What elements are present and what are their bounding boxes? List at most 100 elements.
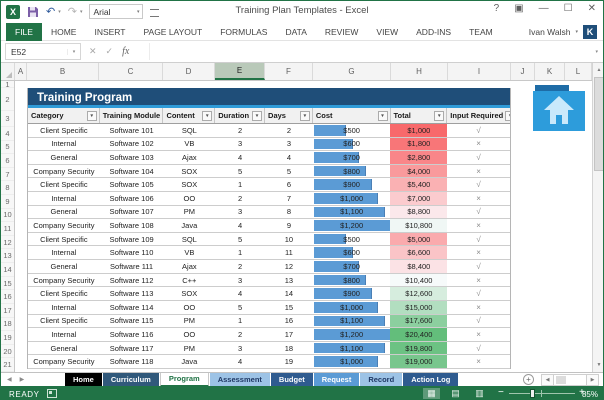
cell-days[interactable]: 17 — [265, 328, 313, 341]
cell-input-required[interactable]: × — [447, 219, 510, 232]
row-header-3[interactable]: 3 — [1, 111, 14, 127]
cell-days[interactable]: 13 — [265, 274, 313, 287]
cell-cost[interactable]: $1,200 — [313, 328, 391, 341]
cell-content[interactable]: PM — [163, 315, 215, 328]
cell-category[interactable]: Client Specific — [28, 287, 100, 300]
table-row[interactable]: Company SecuritySoftware 112C++313$800$1… — [28, 274, 510, 288]
cell-days[interactable]: 18 — [265, 342, 313, 355]
save-icon[interactable] — [27, 6, 39, 18]
filter-dropdown-icon[interactable]: ▾ — [87, 111, 97, 121]
cell-module[interactable]: Software 111 — [100, 260, 164, 273]
row-header-16[interactable]: 16 — [1, 290, 14, 304]
column-header-e[interactable]: E — [215, 63, 265, 80]
cell-duration[interactable]: 1 — [215, 246, 265, 259]
cell-category[interactable]: Client Specific — [28, 124, 100, 137]
table-row[interactable]: Client SpecificSoftware 101SQL22$500$1,0… — [28, 124, 510, 138]
cell-category[interactable]: Company Security — [28, 355, 100, 368]
account-name[interactable]: Ivan Walsh — [529, 27, 571, 37]
table-row[interactable]: GeneralSoftware 117PM318$1,100$19,800√ — [28, 342, 510, 356]
table-row[interactable]: InternalSoftware 114OO515$1,000$15,000× — [28, 301, 510, 315]
cell-total[interactable]: $2,800 — [390, 151, 447, 164]
table-row[interactable]: GeneralSoftware 103Ajax44$700$2,800√ — [28, 151, 510, 165]
cell-input-required[interactable]: × — [447, 192, 510, 205]
cell-input-required[interactable]: × — [447, 274, 510, 287]
cell-content[interactable]: Java — [163, 219, 215, 232]
ribbon-tab-insert[interactable]: INSERT — [85, 23, 134, 41]
maximize-icon[interactable]: ☐ — [564, 3, 573, 14]
table-header-duration[interactable]: Duration▾ — [215, 108, 265, 123]
cell-content[interactable]: SQL — [163, 233, 215, 246]
cell-duration[interactable]: 4 — [215, 151, 265, 164]
cell-content[interactable]: SOX — [163, 287, 215, 300]
cell-input-required[interactable]: × — [447, 355, 510, 368]
sheet-tab-request[interactable]: Request — [314, 373, 360, 387]
ribbon-tab-team[interactable]: TEAM — [460, 23, 502, 41]
cell-category[interactable]: Internal — [28, 246, 100, 259]
cell-category[interactable]: Client Specific — [28, 315, 100, 328]
formula-input[interactable] — [149, 43, 585, 60]
cell-duration[interactable]: 5 — [215, 233, 265, 246]
filter-dropdown-icon[interactable]: ▾ — [202, 111, 212, 121]
cell-cost[interactable]: $700 — [313, 151, 391, 164]
close-icon[interactable]: ✕ — [588, 3, 596, 14]
cell-total[interactable]: $8,400 — [390, 260, 447, 273]
cell-total[interactable]: $1,800 — [390, 138, 447, 151]
cell-module[interactable]: Software 114 — [100, 301, 164, 314]
column-header-h[interactable]: H — [391, 63, 448, 80]
cell-module[interactable]: Software 108 — [100, 219, 164, 232]
cell-total[interactable]: $17,600 — [390, 315, 447, 328]
table-row[interactable]: InternalSoftware 106OO27$1,000$7,000× — [28, 192, 510, 206]
cell-cost[interactable]: $1,000 — [313, 192, 391, 205]
table-row[interactable]: Client SpecificSoftware 109SQL510$500$5,… — [28, 233, 510, 247]
ribbon-tab-home[interactable]: HOME — [42, 23, 86, 41]
cell-duration[interactable]: 1 — [215, 315, 265, 328]
row-header-11[interactable]: 11 — [1, 222, 14, 236]
sheet-tab-curriculum[interactable]: Curriculum — [103, 373, 159, 387]
cell-category[interactable]: Company Security — [28, 219, 100, 232]
name-box[interactable]: E52 ▾ — [5, 43, 81, 60]
cell-total[interactable]: $4,000 — [390, 165, 447, 178]
redo-icon[interactable]: ↷ — [68, 5, 77, 19]
row-header-2[interactable]: 2 — [1, 88, 14, 111]
ribbon-tab-data[interactable]: DATA — [276, 23, 315, 41]
font-name-box[interactable]: Arial ▾ — [89, 4, 143, 19]
help-icon[interactable]: ? — [494, 3, 500, 14]
table-header-cost[interactable]: Cost▾ — [313, 108, 391, 123]
table-header-days[interactable]: Days▾ — [265, 108, 313, 123]
cell-cost[interactable]: $500 — [313, 233, 391, 246]
ribbon-tab-page-layout[interactable]: PAGE LAYOUT — [134, 23, 211, 41]
cell-duration[interactable]: 4 — [215, 219, 265, 232]
cell-module[interactable]: Software 116 — [100, 328, 164, 341]
cell-days[interactable]: 11 — [265, 246, 313, 259]
cell-cost[interactable]: $600 — [313, 138, 391, 151]
sheet-tab-budget[interactable]: Budget — [271, 373, 313, 387]
cell-cost[interactable]: $1,100 — [313, 315, 391, 328]
cell-module[interactable]: Software 103 — [100, 151, 164, 164]
cell-total[interactable]: $15,000 — [390, 301, 447, 314]
column-header-c[interactable]: C — [99, 63, 163, 80]
cell-content[interactable]: C++ — [163, 274, 215, 287]
cell-duration[interactable]: 1 — [215, 178, 265, 191]
sheet-tab-assessment[interactable]: Assessment — [210, 373, 270, 387]
table-row[interactable]: InternalSoftware 110VB111$600$6,600× — [28, 246, 510, 260]
cell-category[interactable]: General — [28, 260, 100, 273]
filter-dropdown-icon[interactable]: ▾ — [252, 111, 262, 121]
cell-module[interactable]: Software 113 — [100, 287, 164, 300]
cell-days[interactable]: 5 — [265, 165, 313, 178]
ribbon-display-options-icon[interactable]: ▣ — [514, 3, 523, 14]
zoom-out-icon[interactable]: − — [498, 387, 504, 398]
table-header-content[interactable]: Content▾ — [163, 108, 215, 123]
cell-duration[interactable]: 2 — [215, 192, 265, 205]
vertical-scrollbar[interactable]: ▲ ▼ — [592, 63, 604, 372]
cell-input-required[interactable]: √ — [447, 124, 510, 137]
zoom-level[interactable]: 85% — [582, 390, 598, 399]
cell-duration[interactable]: 3 — [215, 138, 265, 151]
row-header-18[interactable]: 18 — [1, 318, 14, 332]
ribbon-tab-file[interactable]: FILE — [6, 23, 42, 41]
column-header-k[interactable]: K — [535, 63, 565, 80]
cell-total[interactable]: $20,400 — [390, 328, 447, 341]
cell-input-required[interactable]: × — [447, 301, 510, 314]
row-header-14[interactable]: 14 — [1, 263, 14, 277]
cell-category[interactable]: Internal — [28, 328, 100, 341]
undo-icon[interactable]: ↶ — [46, 5, 55, 19]
